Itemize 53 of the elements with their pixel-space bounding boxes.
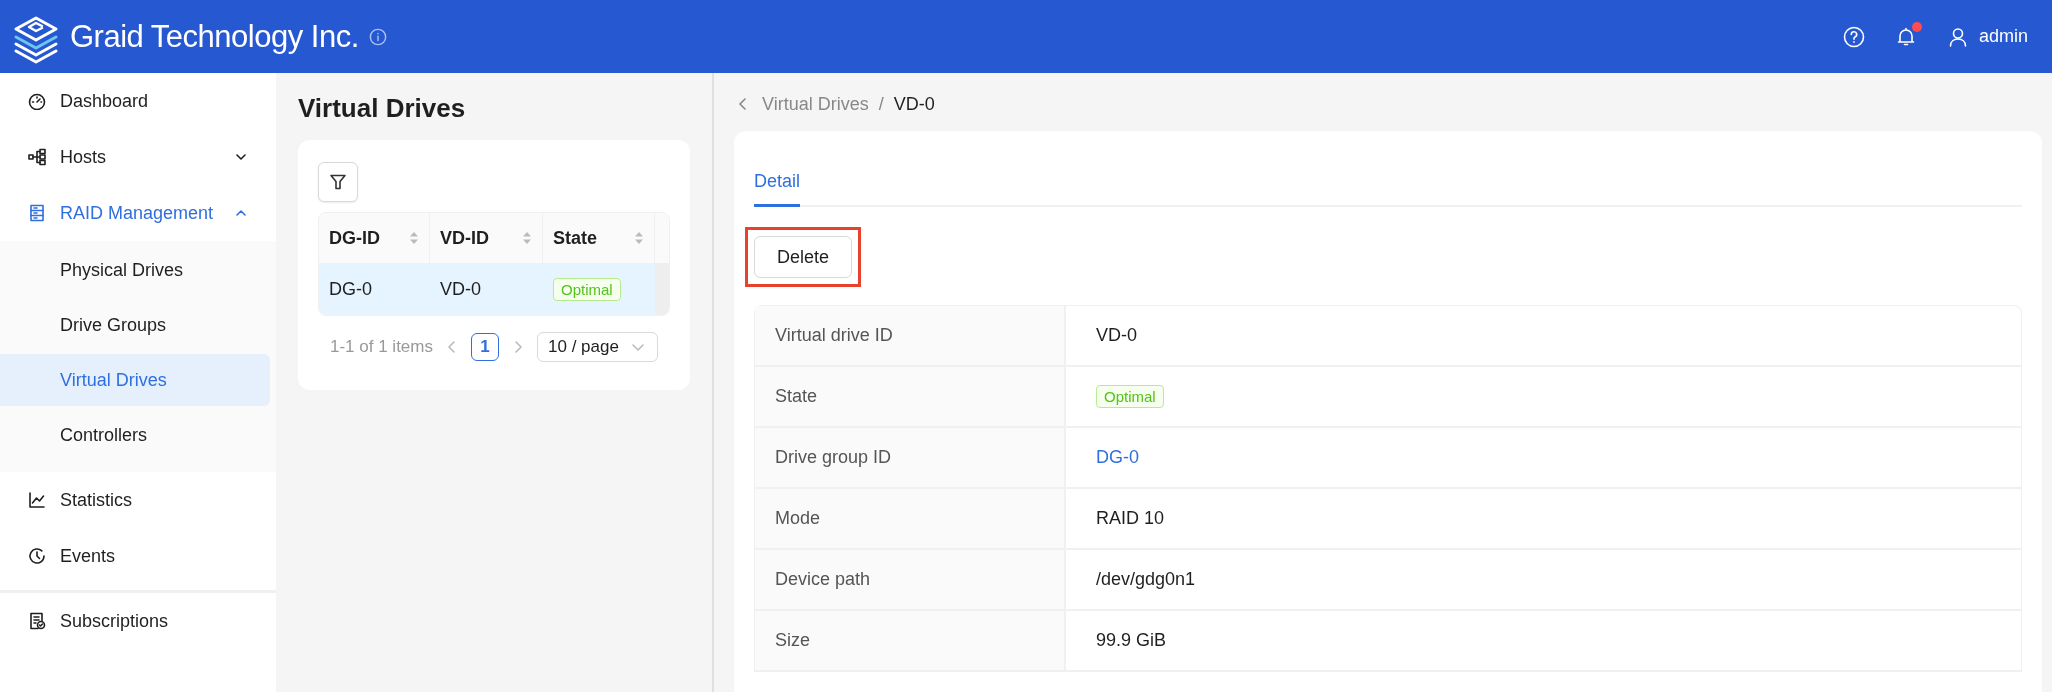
sidebar-item[interactable]: Hosts bbox=[0, 129, 276, 185]
filter-button[interactable] bbox=[318, 162, 358, 202]
page-title: Virtual Drives bbox=[298, 93, 467, 124]
gauge-icon bbox=[28, 92, 46, 110]
user-name: admin bbox=[1978, 26, 2028, 47]
column-header[interactable]: State bbox=[543, 213, 655, 263]
submenu-item[interactable]: Physical Drives bbox=[0, 244, 270, 296]
submenu-item[interactable]: Virtual Drives bbox=[0, 354, 270, 406]
server-icon bbox=[28, 204, 46, 222]
breadcrumb-separator: / bbox=[878, 93, 884, 115]
network-icon bbox=[28, 148, 46, 166]
page-size-select[interactable]: 10 / page bbox=[537, 332, 658, 362]
line-chart-icon bbox=[28, 491, 46, 509]
field-label: Drive group ID bbox=[755, 428, 1066, 487]
column-header[interactable]: VD-ID bbox=[430, 213, 543, 263]
clock-icon bbox=[28, 547, 46, 565]
field-value: VD-0 bbox=[1096, 325, 1137, 346]
field-label: Device path bbox=[755, 550, 1066, 609]
field-value: 99.9 GiB bbox=[1096, 630, 1167, 651]
sidebar-item[interactable]: Statistics bbox=[0, 472, 276, 528]
table-cell: VD-0 bbox=[430, 263, 543, 315]
breadcrumb-current: VD-0 bbox=[893, 93, 935, 115]
field-link[interactable]: DG-0 bbox=[1096, 447, 1139, 468]
brand-name: Graid Technology Inc. bbox=[70, 18, 359, 55]
field-label: Mode bbox=[755, 489, 1066, 548]
field-value: RAID 10 bbox=[1096, 508, 1165, 529]
pagination-summary: 1-1 of 1 items bbox=[330, 337, 433, 357]
page-button[interactable]: 1 bbox=[471, 333, 499, 361]
tab[interactable]: Detail bbox=[754, 159, 801, 207]
table-cell: DG-0 bbox=[319, 263, 430, 315]
sort-icon bbox=[634, 230, 644, 246]
document-icon bbox=[28, 612, 46, 630]
column-header[interactable]: DG-ID bbox=[319, 213, 430, 263]
field-value: /dev/gdg0n1 bbox=[1096, 569, 1196, 590]
field-label: Virtual drive ID bbox=[755, 306, 1066, 365]
delete-button[interactable]: Delete bbox=[754, 236, 853, 278]
sort-icon bbox=[409, 230, 419, 246]
table-row[interactable]: DG-0 VD-0 Optimal bbox=[319, 263, 669, 315]
submenu-item[interactable]: Controllers bbox=[0, 409, 270, 461]
help-icon[interactable] bbox=[1842, 25, 1865, 48]
info-icon[interactable] bbox=[368, 27, 387, 46]
sidebar-item[interactable]: Events bbox=[0, 528, 276, 584]
submenu-item[interactable]: Drive Groups bbox=[0, 299, 270, 351]
user-menu[interactable]: admin bbox=[1946, 25, 2028, 48]
status-tag: Optimal bbox=[1096, 385, 1164, 408]
sort-icon bbox=[522, 230, 532, 246]
sidebar-item[interactable]: RAID Management bbox=[0, 185, 276, 241]
field-label: State bbox=[755, 367, 1066, 426]
field-label: Size bbox=[755, 611, 1066, 670]
filter-icon bbox=[329, 173, 347, 191]
sidebar-item[interactable]: Subscriptions bbox=[0, 593, 276, 649]
status-tag: Optimal bbox=[553, 277, 621, 301]
sidebar-item[interactable]: Dashboard bbox=[0, 73, 276, 129]
